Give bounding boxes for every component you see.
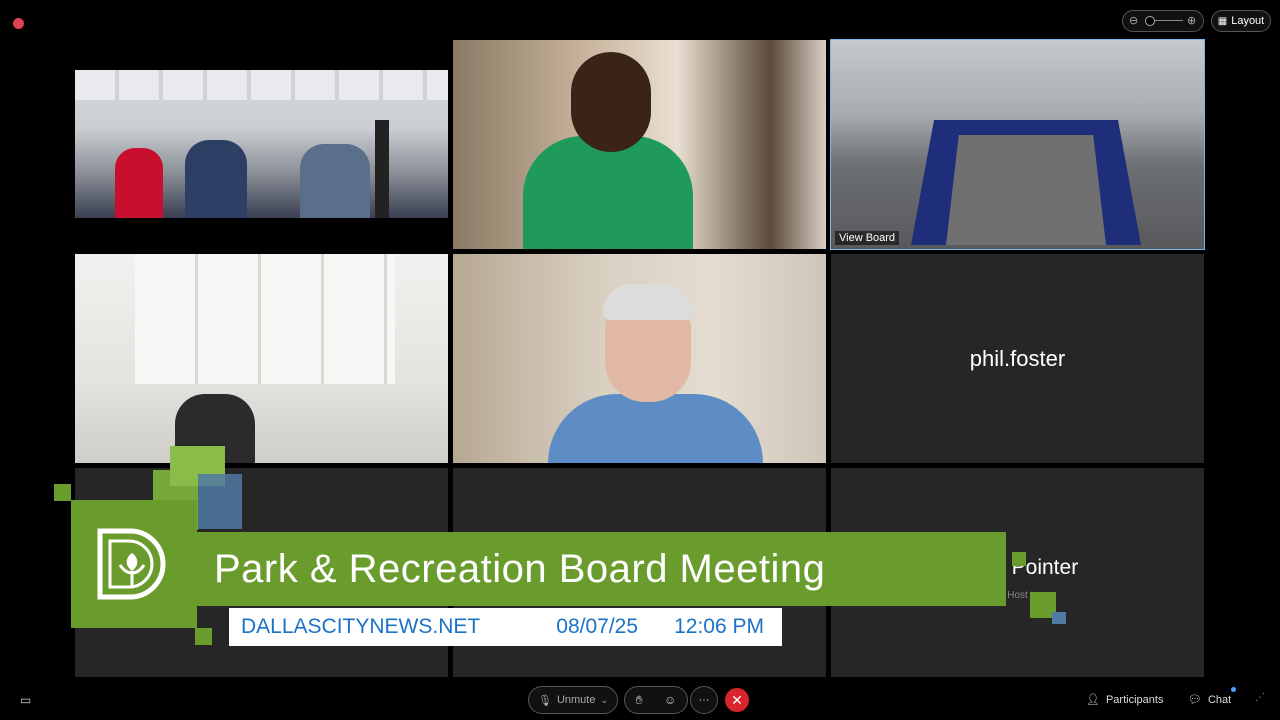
zoom-out-icon[interactable]: ⊖ bbox=[1129, 14, 1138, 27]
video-tile-green-shirt[interactable] bbox=[453, 40, 826, 249]
banner-decor-square bbox=[195, 628, 212, 645]
layout-label: Layout bbox=[1231, 15, 1265, 27]
banner-title: Park & Recreation Board Meeting bbox=[214, 546, 826, 591]
video-frame-green-shirt bbox=[453, 40, 826, 249]
banner-info-bar: DALLASCITYNEWS.NET 08/07/25 12:06 PM bbox=[229, 608, 782, 646]
banner-time: 12:06 PM bbox=[674, 615, 764, 638]
video-frame-board-room bbox=[831, 40, 1204, 249]
record-indicator-icon bbox=[13, 18, 24, 29]
expand-icon[interactable]: ⋰ bbox=[1255, 692, 1265, 703]
banner-decor-square bbox=[1012, 552, 1026, 566]
zoom-slider[interactable]: ⊖ ⊕ bbox=[1122, 10, 1204, 32]
video-tile-phil-foster[interactable]: phil.foster bbox=[831, 254, 1204, 463]
chat-bubble-icon: 💬︎ bbox=[1188, 694, 1202, 706]
chat-notification-dot bbox=[1231, 687, 1236, 692]
video-tile-board-room[interactable]: View Board bbox=[830, 39, 1205, 250]
banner-decor-square bbox=[54, 484, 71, 501]
more-dots-icon: ··· bbox=[698, 694, 710, 706]
dallas-logo-icon bbox=[96, 527, 170, 601]
zoom-in-icon[interactable]: ⊕ bbox=[1187, 14, 1196, 27]
participants-icon: 👤︎ bbox=[1086, 694, 1100, 706]
participants-button[interactable]: 👤︎ Participants bbox=[1086, 693, 1164, 707]
video-frame-press-room bbox=[75, 70, 448, 218]
video-frame-kitchen bbox=[75, 254, 448, 463]
chat-label: Chat bbox=[1207, 693, 1232, 706]
chat-button[interactable]: 💬︎ Chat bbox=[1188, 693, 1232, 707]
reactions-button[interactable]: ✋︎ ☺ bbox=[624, 686, 688, 714]
participant-name-phil: phil.foster bbox=[969, 345, 1066, 371]
captions-icon[interactable]: ▭ bbox=[20, 693, 31, 707]
video-tile-older-man[interactable] bbox=[453, 254, 826, 463]
leave-call-button[interactable]: ✕ bbox=[725, 688, 749, 712]
video-frame-older-man bbox=[453, 254, 826, 463]
close-icon: ✕ bbox=[731, 691, 743, 708]
chevron-down-icon[interactable]: ⌄ bbox=[600, 695, 608, 706]
banner-decor-square bbox=[1052, 612, 1066, 624]
zoom-thumb[interactable] bbox=[1145, 16, 1155, 26]
raise-hand-icon[interactable]: ✋︎ bbox=[636, 693, 643, 708]
banner-logo-block bbox=[71, 500, 197, 628]
tile-label-board: View Board bbox=[835, 231, 900, 245]
emoji-icon[interactable]: ☺ bbox=[664, 693, 676, 707]
participants-label: Participants bbox=[1105, 693, 1164, 706]
video-tile-kitchen[interactable] bbox=[75, 254, 448, 463]
banner-decor-square bbox=[198, 474, 242, 529]
unmute-label: Unmute bbox=[556, 694, 596, 706]
more-options-button[interactable]: ··· bbox=[690, 686, 718, 714]
banner-title-bar: Park & Recreation Board Meeting bbox=[197, 532, 1006, 606]
banner-website: DALLASCITYNEWS.NET bbox=[241, 615, 481, 638]
unmute-button[interactable]: 🎙︎ Unmute ⌄ bbox=[528, 686, 618, 714]
video-tile-press-room[interactable] bbox=[75, 40, 448, 249]
layout-button[interactable]: ▦ Layout bbox=[1211, 10, 1271, 32]
microphone-muted-icon: 🎙︎ bbox=[537, 694, 552, 707]
layout-grid-icon: ▦ bbox=[1217, 15, 1228, 27]
banner-date: 08/07/25 bbox=[556, 615, 639, 638]
